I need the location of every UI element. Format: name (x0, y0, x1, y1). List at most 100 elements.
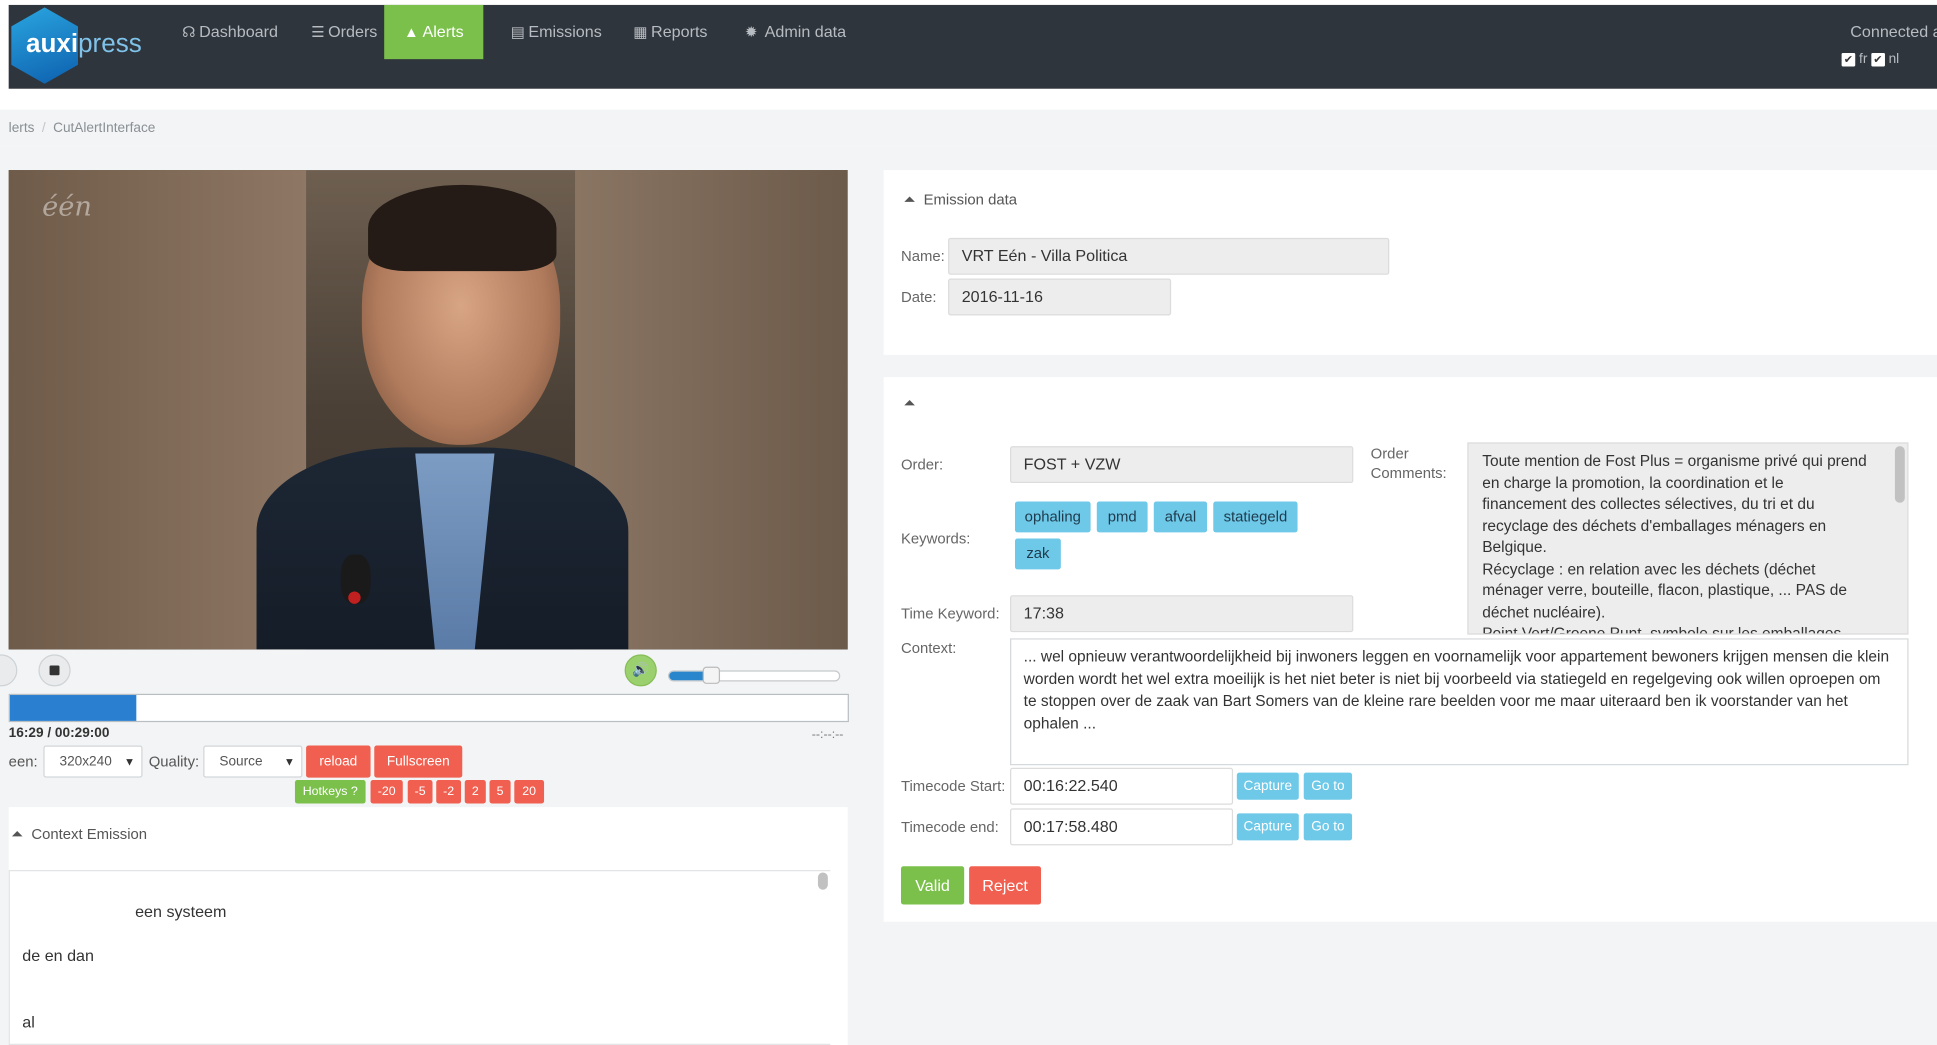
playback-time: 16:29 / 00:29:00 (8, 725, 110, 741)
nav-alerts[interactable]: ▲ Alerts (384, 4, 484, 60)
screen-size-select[interactable]: 320x240 ▼ (43, 745, 143, 778)
time-keyword-label: Time Keyword: (900, 605, 1000, 623)
name-field[interactable]: VRT Eén - Villa Politica (948, 237, 1390, 275)
order-comments-label-2: Comments: (1370, 464, 1447, 482)
context-label: Context: (900, 639, 957, 657)
breadcrumb: lerts / CutAlertInterface (8, 120, 156, 136)
auxipress-logo[interactable]: auxi press (9, 5, 152, 89)
gear-icon: ✹ (744, 23, 758, 41)
quality-value: Source (219, 754, 263, 769)
date-field[interactable]: 2016-11-16 (948, 278, 1172, 316)
order-comments-label-1: Order (1370, 444, 1409, 463)
skip-minus-5[interactable]: -5 (407, 780, 433, 804)
connected-as-text: Connected as (1850, 22, 1937, 41)
skip-plus-20[interactable]: 20 (514, 780, 545, 804)
goto-end-button[interactable]: Go to (1303, 813, 1353, 841)
caret-down-icon: ▼ (124, 755, 136, 768)
breadcrumb-bar (0, 109, 1937, 147)
keyword-tag[interactable]: zak (1014, 538, 1061, 570)
breadcrumb-alerts[interactable]: lerts (9, 121, 35, 136)
skip-plus-2[interactable]: 2 (464, 780, 486, 804)
time-keyword-field[interactable]: 17:38 (1010, 595, 1354, 633)
top-navbar: auxi press ☊ Dashboard ☰ Orders ▲ Alerts ▤ E… (8, 4, 1937, 89)
context-line: al (22, 1012, 35, 1032)
timecode-end-label: Timecode end: (900, 818, 999, 836)
volume-knob[interactable] (702, 666, 721, 684)
warning-icon: ▲ (404, 23, 419, 41)
context-emission-header[interactable]: ⏶ Context Emission (11, 826, 147, 844)
goto-start-button[interactable]: Go to (1303, 772, 1353, 800)
context-scrollbar[interactable] (817, 872, 828, 890)
collapse-caret-icon: ⏶ (903, 191, 916, 209)
context-textarea[interactable]: ... wel opnieuw verantwoordelijkheid bij… (1010, 638, 1909, 766)
comments-scrollbar[interactable] (1894, 446, 1905, 503)
context-emission-box[interactable] (8, 870, 831, 1045)
keyword-tag[interactable]: pmd (1096, 501, 1148, 533)
progress-bar[interactable] (8, 693, 849, 723)
skip-plus-5[interactable]: 5 (489, 780, 511, 804)
context-line: een systeem (135, 902, 227, 921)
fr-checkbox[interactable]: ✔ (1841, 52, 1856, 67)
video-player[interactable]: één (8, 170, 848, 650)
order-comments-box[interactable]: Toute mention de Fost Plus = organisme p… (1467, 442, 1909, 635)
emission-data-title: Emission data (923, 191, 1018, 209)
keywords-label: Keywords: (900, 529, 971, 548)
film-icon: ▤ (510, 23, 525, 41)
fr-label: fr (1859, 51, 1868, 67)
fullscreen-button[interactable]: Fullscreen (374, 745, 463, 778)
dashboard-icon: ☊ (182, 23, 196, 41)
valid-button[interactable]: Valid (900, 866, 965, 905)
nav-dashboard-label: Dashboard (199, 22, 278, 41)
nav-reports-label: Reports (651, 22, 708, 41)
context-emission-title: Context Emission (31, 825, 148, 843)
timecode-start-label: Timecode Start: (900, 777, 1006, 795)
timecode-start-field[interactable]: 00:16:22.540 (1010, 767, 1234, 805)
caret-down-icon: ▼ (283, 755, 295, 768)
keyword-tag[interactable]: statiegeld (1213, 501, 1298, 533)
stop-button[interactable] (38, 654, 71, 687)
screen-size-value: 320x240 (59, 754, 112, 769)
collapse-caret-icon: ⏶ (11, 825, 24, 843)
logo-text-part2: press (78, 29, 142, 58)
language-toggles: ✔ fr ✔ nl (1841, 51, 1900, 67)
context-line: de en dan (22, 946, 94, 965)
capture-end-button[interactable]: Capture (1236, 813, 1299, 841)
nav-reports[interactable]: ▦ Reports (621, 5, 720, 59)
volume-slider[interactable] (667, 666, 841, 684)
emission-data-header[interactable]: ⏶ Emission data (903, 191, 1017, 209)
nl-checkbox[interactable]: ✔ (1871, 52, 1885, 67)
nav-emissions[interactable]: ▤ Emissions (498, 5, 614, 59)
logo-text-part1: auxi (26, 29, 79, 58)
hotkeys-button[interactable]: Hotkeys ? (294, 780, 366, 804)
keyword-tag[interactable]: afval (1153, 501, 1208, 533)
volume-button[interactable]: 🔊 (624, 654, 657, 687)
nav-dashboard[interactable]: ☊ Dashboard (170, 5, 291, 59)
collapse-caret-icon[interactable]: ⏶ (903, 394, 915, 412)
list-icon: ☰ (311, 23, 325, 41)
nav-orders-label: Orders (328, 22, 378, 41)
name-label: Name: (900, 247, 945, 265)
video-person-hair (368, 184, 557, 272)
timecode-end-field[interactable]: 00:17:58.480 (1010, 808, 1234, 846)
stop-icon (49, 665, 60, 676)
order-field[interactable]: FOST + VZW (1010, 446, 1354, 484)
capture-start-button[interactable]: Capture (1236, 772, 1299, 800)
microphone (340, 554, 371, 604)
screen-size-label: een: (8, 752, 38, 771)
nl-label: nl (1888, 51, 1900, 67)
skip-minus-20[interactable]: -20 (370, 780, 403, 804)
progress-fill (9, 695, 137, 721)
quality-label: Quality: (148, 752, 200, 771)
nav-alerts-label: Alerts (422, 22, 464, 41)
keyword-tag[interactable]: ophaling (1014, 501, 1091, 533)
reload-button[interactable]: reload (306, 745, 371, 778)
order-label: Order: (900, 455, 944, 474)
channel-logo: één (42, 192, 92, 224)
reject-button[interactable]: Reject (969, 866, 1042, 905)
breadcrumb-current: CutAlertInterface (53, 120, 156, 136)
quality-select[interactable]: Source ▼ (203, 745, 303, 778)
nav-admin-data[interactable]: ✹ Admin data (732, 5, 858, 59)
skip-minus-2[interactable]: -2 (436, 780, 462, 804)
nav-orders[interactable]: ☰ Orders (299, 5, 390, 59)
chart-icon: ▦ (633, 23, 648, 41)
